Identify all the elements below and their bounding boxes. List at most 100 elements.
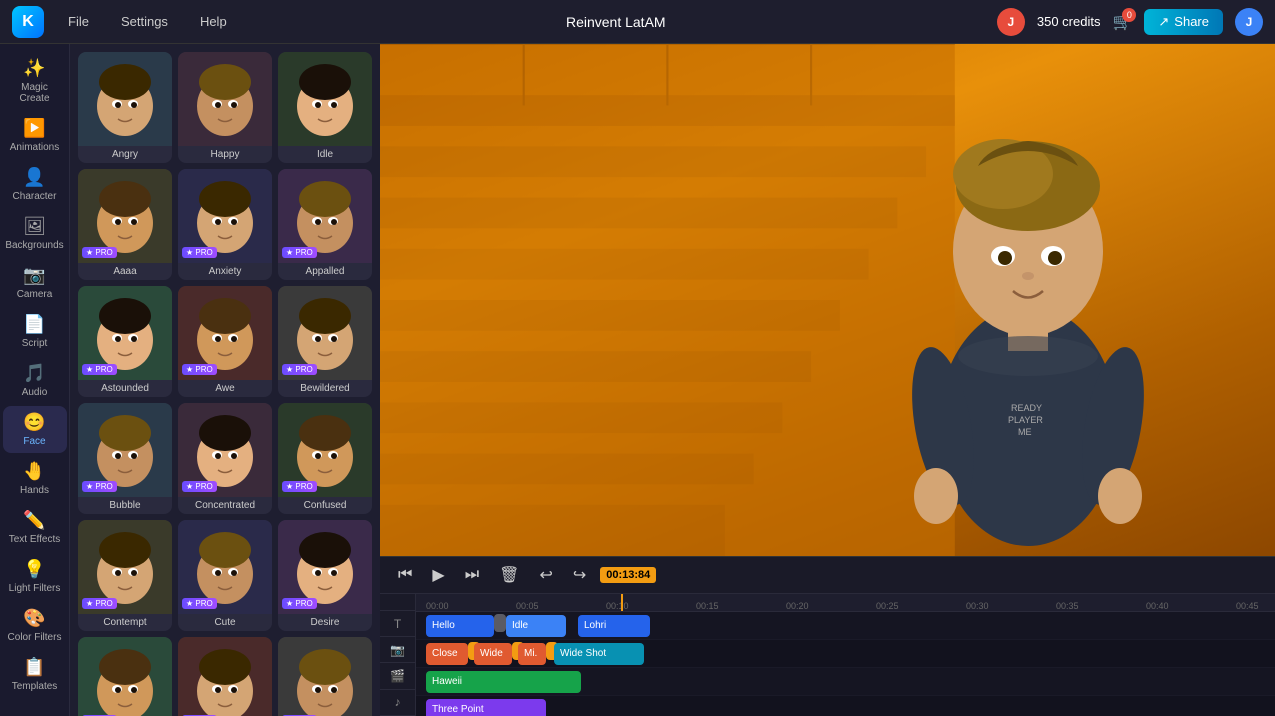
- sidebar-label-audio: Audio: [22, 387, 48, 398]
- pro-badge: ★ PRO: [282, 247, 317, 258]
- sidebar-label-character: Character: [13, 191, 57, 202]
- character-icon: 👤: [23, 167, 45, 188]
- clip-wide[interactable]: Wide: [474, 643, 512, 665]
- ruler-00: 00:00: [426, 601, 516, 611]
- timeline: ⏮ ▶ ⏭ 🗑 ↩ ↪ 00:13:84 T 📷 🎬 ♪: [380, 556, 1275, 716]
- face-card-aaaa[interactable]: ★ PROAaaa: [78, 169, 172, 280]
- track-icon-text: T: [380, 611, 415, 637]
- sidebar-label-hands: Hands: [20, 485, 49, 496]
- light-filters-icon: 💡: [23, 559, 45, 580]
- face-card-disgusted[interactable]: ★ PRODisgusted: [178, 637, 272, 716]
- clip-close[interactable]: Close: [426, 643, 468, 665]
- timeline-undo[interactable]: ↩: [533, 563, 558, 587]
- clip-three-point[interactable]: Three Point: [426, 699, 546, 716]
- sidebar-item-camera[interactable]: 📷 Camera: [3, 259, 67, 306]
- clip-lohri[interactable]: Lohri: [578, 615, 650, 637]
- clip-divider-1: [494, 614, 506, 632]
- cart-button[interactable]: 🛒 0: [1112, 12, 1132, 32]
- timeline-redo[interactable]: ↪: [567, 563, 592, 587]
- pro-badge: ★ PRO: [182, 598, 217, 609]
- pro-badge: ★ PRO: [82, 364, 117, 375]
- face-card-angry[interactable]: Angry: [78, 52, 172, 163]
- clip-wide-shot[interactable]: Wide Shot: [554, 643, 644, 665]
- user-avatar-left[interactable]: J: [997, 8, 1025, 36]
- nav-help[interactable]: Help: [192, 10, 235, 33]
- sidebar-label-script: Script: [22, 338, 48, 349]
- face-icon: 😊: [23, 412, 45, 433]
- face-card-contempt[interactable]: ★ PROContempt: [78, 520, 172, 631]
- svg-text:ME: ME: [1018, 427, 1032, 437]
- canvas-area: READY PLAYER ME ⏮ ▶ ⏭: [380, 44, 1275, 716]
- face-card-idle[interactable]: Idle: [278, 52, 372, 163]
- sidebar-item-hands[interactable]: 🤚 Hands: [3, 455, 67, 502]
- sidebar-item-script[interactable]: 📄 Script: [3, 308, 67, 355]
- face-label-cute: Cute: [178, 614, 272, 631]
- face-label-contempt: Contempt: [78, 614, 172, 631]
- sidebar-item-animations[interactable]: ▶️ Animations: [3, 112, 67, 159]
- timeline-play[interactable]: ▶: [426, 563, 450, 587]
- face-label-anxiety: Anxiety: [178, 263, 272, 280]
- face-card-appalled[interactable]: ★ PRO Appalled: [278, 169, 372, 280]
- clip-hello[interactable]: Hello: [426, 615, 494, 637]
- sidebar-item-text-effects[interactable]: ✏️ Text Effects: [3, 504, 67, 551]
- track-row-scene: Haweii: [416, 668, 1275, 696]
- face-card-doubt[interactable]: ★ PRODoubt: [278, 637, 372, 716]
- ruler-35: 00:35: [1056, 601, 1146, 611]
- face-label-appalled: Appalled: [278, 263, 372, 280]
- share-label: Share: [1174, 14, 1209, 29]
- time-display: 00:13:84: [600, 567, 656, 583]
- timeline-delete[interactable]: 🗑: [493, 563, 525, 587]
- face-card-astounded[interactable]: ★ PROAstounded: [78, 286, 172, 397]
- face-card-cute[interactable]: ★ PRO Cute: [178, 520, 272, 631]
- user-avatar-right[interactable]: J: [1235, 8, 1263, 36]
- app-title: Reinvent LatAM: [251, 14, 981, 30]
- face-card-concentrated[interactable]: ★ PRO Concentrated: [178, 403, 272, 514]
- timeline-ruler: 00:00 00:05 00:10 00:15 00:20 00:25 00:3…: [416, 594, 1275, 612]
- track-icon-audio: ♪: [380, 690, 415, 716]
- sidebar-label-magic-create: Magic Create: [7, 82, 63, 104]
- pro-badge: ★ PRO: [182, 481, 217, 492]
- clip-mi[interactable]: Mi.: [518, 643, 546, 665]
- nav-file[interactable]: File: [60, 10, 97, 33]
- face-label-bewildered: Bewildered: [278, 380, 372, 397]
- sidebar-item-light-filters[interactable]: 💡 Light Filters: [3, 553, 67, 600]
- text-effects-icon: ✏️: [23, 510, 45, 531]
- sidebar-item-color-filters[interactable]: 🎨 Color Filters: [3, 602, 67, 649]
- pro-badge: ★ PRO: [282, 598, 317, 609]
- timeline-skip-back[interactable]: ⏮: [392, 564, 418, 586]
- face-card-bubble[interactable]: ★ PROBubble: [78, 403, 172, 514]
- track-row-audio: Three Point: [416, 696, 1275, 716]
- nav-settings[interactable]: Settings: [113, 10, 176, 33]
- credits-display: 350 credits: [1037, 14, 1101, 29]
- main-area: ✨ Magic Create ▶️ Animations 👤 Character…: [0, 44, 1275, 716]
- face-card-bewildered[interactable]: ★ PROBewildered: [278, 286, 372, 397]
- ruler-40: 00:40: [1146, 601, 1236, 611]
- sidebar-item-backgrounds[interactable]: 🖼 Backgrounds: [3, 210, 67, 257]
- pro-badge: ★ PRO: [82, 247, 117, 258]
- track-icons: T 📷 🎬 ♪: [380, 594, 416, 716]
- face-card-awe[interactable]: ★ PROAwe: [178, 286, 272, 397]
- clip-haweii[interactable]: Haweii: [426, 671, 581, 693]
- sidebar-item-templates[interactable]: 📋 Templates: [3, 651, 67, 698]
- timeline-skip-forward[interactable]: ⏭: [459, 564, 485, 586]
- face-card-happy[interactable]: Happy: [178, 52, 272, 163]
- face-label-concentrated: Concentrated: [178, 497, 272, 514]
- ruler-15: 00:15: [696, 601, 786, 611]
- track-row-text: Hello Idle Lohri: [416, 612, 1275, 640]
- clip-idle[interactable]: Idle: [506, 615, 566, 637]
- face-card-disappointed[interactable]: ★ PRODisappointed: [78, 637, 172, 716]
- face-panel: Angry Happy Idle ★ PROAaaa ★ PRO: [70, 44, 380, 716]
- sidebar-item-magic-create[interactable]: ✨ Magic Create: [3, 52, 67, 110]
- sidebar-item-audio[interactable]: 🎵 Audio: [3, 357, 67, 404]
- svg-text:READY: READY: [1011, 403, 1042, 413]
- face-card-confused[interactable]: ★ PROConfused: [278, 403, 372, 514]
- timeline-body: T 📷 🎬 ♪ 00:00 00:05 00:10 00:15: [380, 594, 1275, 716]
- sidebar-item-character[interactable]: 👤 Character: [3, 161, 67, 208]
- sidebar-item-face[interactable]: 😊 Face: [3, 406, 67, 453]
- share-button[interactable]: ↗ Share: [1144, 9, 1223, 35]
- face-card-desire[interactable]: ★ PRODesire: [278, 520, 372, 631]
- timeline-scroll[interactable]: 00:00 00:05 00:10 00:15 00:20 00:25 00:3…: [416, 594, 1275, 716]
- color-filters-icon: 🎨: [23, 608, 45, 629]
- face-card-anxiety[interactable]: ★ PROAnxiety: [178, 169, 272, 280]
- topbar-right: J 350 credits 🛒 0 ↗ Share J: [997, 8, 1263, 36]
